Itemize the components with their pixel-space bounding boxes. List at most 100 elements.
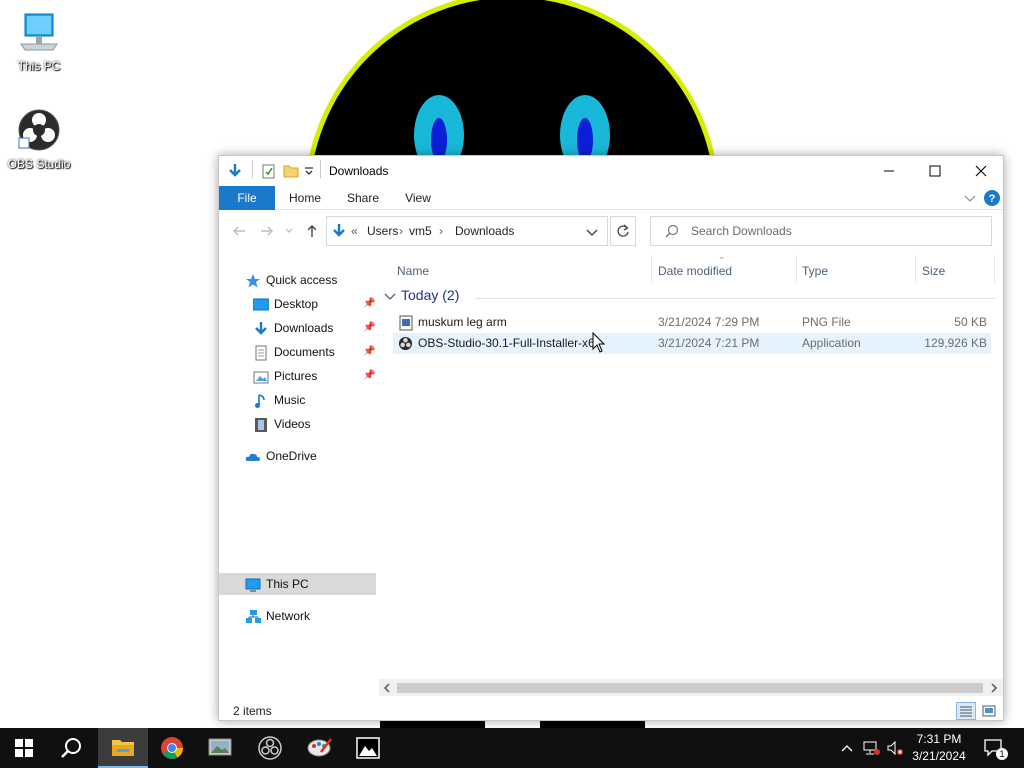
volume-button[interactable] — [884, 728, 906, 768]
tab-share[interactable]: Share — [341, 186, 385, 210]
nav-item-label: Documents — [274, 345, 335, 359]
nav-item-label: Videos — [274, 417, 311, 431]
customize-toolbar-chevron-icon[interactable] — [304, 165, 314, 179]
column-header-date-modified[interactable]: Date modified — [658, 259, 732, 283]
file-date: 3/21/2024 7:29 PM — [658, 315, 760, 329]
nav-item-label: Network — [266, 609, 311, 623]
network-icon — [863, 741, 880, 755]
nav-music[interactable]: Music — [253, 389, 305, 411]
clock-time: 7:31 PM — [916, 732, 962, 746]
address-history-chevron-icon[interactable] — [586, 227, 598, 241]
group-collapse-chevron-icon[interactable] — [384, 291, 396, 305]
status-bar: 2 items — [219, 700, 1003, 722]
nav-this-pc[interactable]: This PC — [245, 573, 309, 595]
obs-studio-icon — [18, 109, 60, 151]
pin-icon[interactable]: 📌 — [363, 298, 375, 309]
search-placeholder: Search Downloads — [691, 224, 792, 238]
forward-button[interactable] — [257, 221, 277, 241]
breadcrumb-vm5[interactable]: vm5 — [409, 224, 432, 238]
large-icons-view-icon — [982, 705, 996, 717]
nav-item-label: OneDrive — [266, 449, 317, 463]
pin-icon[interactable]: 📌 — [363, 322, 375, 333]
taskbar-paint[interactable] — [296, 728, 344, 768]
svg-text:?: ? — [989, 193, 996, 205]
nav-network[interactable]: Network — [245, 605, 310, 627]
nav-item-label: Pictures — [274, 369, 318, 383]
obs-studio-icon — [258, 736, 282, 760]
expand-ribbon-chevron-icon[interactable] — [964, 192, 976, 206]
column-divider — [796, 255, 797, 283]
help-icon[interactable]: ? — [983, 189, 1001, 210]
nav-downloads[interactable]: Downloads — [253, 317, 333, 339]
search-button[interactable] — [48, 728, 96, 768]
breadcrumb-separator: › — [399, 224, 403, 238]
network-status-button[interactable] — [860, 728, 882, 768]
breadcrumb-overflow[interactable]: « — [351, 224, 358, 238]
column-divider — [915, 255, 916, 283]
nav-pictures[interactable]: Pictures — [253, 365, 317, 387]
tab-view[interactable]: View — [398, 186, 438, 210]
refresh-button[interactable] — [610, 216, 636, 246]
group-header-today[interactable]: Today (2) — [401, 287, 459, 303]
up-button[interactable] — [302, 221, 322, 241]
navigation-pane: Quick access Desktop 📌 Downloads 📌 Docum… — [219, 251, 379, 691]
nav-item-label: Downloads — [274, 321, 334, 335]
column-divider — [994, 255, 995, 283]
taskbar-chrome[interactable] — [148, 728, 196, 768]
properties-icon[interactable] — [261, 163, 277, 182]
music-icon — [255, 394, 265, 408]
breadcrumb-downloads[interactable]: Downloads — [455, 224, 514, 238]
close-button[interactable] — [958, 156, 1004, 186]
horizontal-scrollbar[interactable] — [379, 679, 1003, 696]
recent-locations-button[interactable] — [283, 221, 295, 241]
taskbar-obs-studio[interactable] — [246, 728, 294, 768]
nav-desktop[interactable]: Desktop — [253, 293, 318, 315]
large-icons-view-button[interactable] — [979, 702, 999, 720]
minimize-button[interactable] — [866, 156, 912, 186]
show-hidden-icons-button[interactable] — [836, 728, 858, 768]
desktop-icon-this-pc[interactable]: This PC — [3, 10, 75, 73]
breadcrumb-users[interactable]: Users — [367, 224, 398, 238]
tab-home[interactable]: Home — [283, 186, 327, 210]
desktop-icon-obs-studio[interactable]: OBS Studio — [3, 108, 75, 171]
details-view-button[interactable] — [956, 702, 976, 720]
chevron-down-icon — [285, 228, 293, 233]
nav-quick-access[interactable]: Quick access — [245, 269, 337, 291]
minimize-icon — [884, 170, 894, 172]
file-row[interactable]: muskum leg arm 3/21/2024 7:29 PM PNG Fil… — [393, 312, 991, 333]
nav-documents[interactable]: Documents — [253, 341, 335, 363]
column-header-size[interactable]: Size — [922, 259, 945, 283]
star-icon — [246, 273, 260, 288]
item-count: 2 items — [233, 704, 272, 718]
scroll-right-arrow-icon[interactable] — [990, 682, 998, 696]
action-center-button[interactable]: 1 — [980, 728, 1008, 768]
taskbar-app-image-viewer[interactable] — [196, 728, 244, 768]
column-header-name[interactable]: Name — [397, 259, 429, 283]
back-button[interactable] — [229, 221, 249, 241]
nav-onedrive[interactable]: OneDrive — [245, 445, 317, 467]
nav-item-label: Quick access — [266, 273, 338, 287]
taskbar-photos[interactable] — [344, 728, 392, 768]
column-header-type[interactable]: Type — [802, 259, 828, 283]
folder-icon — [112, 740, 134, 756]
png-file-icon — [399, 315, 413, 331]
scroll-left-arrow-icon[interactable] — [383, 682, 391, 696]
file-name: muskum leg arm — [418, 315, 507, 329]
separator — [320, 160, 321, 178]
start-button[interactable] — [0, 728, 48, 768]
address-bar[interactable]: « Users › vm5 › Downloads — [326, 216, 608, 246]
system-clock[interactable]: 7:31 PM 3/21/2024 — [906, 731, 972, 765]
pin-icon[interactable]: 📌 — [363, 346, 375, 357]
down-arrow-icon[interactable] — [227, 163, 243, 182]
search-icon — [61, 738, 81, 758]
search-box[interactable]: Search Downloads — [650, 216, 992, 246]
file-row[interactable]: OBS-Studio-30.1-Full-Installer-x64 3/21/… — [393, 333, 991, 354]
taskbar-file-explorer[interactable] — [98, 728, 148, 768]
scrollbar-thumb[interactable] — [397, 683, 983, 693]
pin-icon[interactable]: 📌 — [363, 370, 375, 381]
nav-item-label: Music — [274, 393, 306, 407]
new-folder-icon[interactable] — [283, 163, 299, 182]
maximize-button[interactable] — [912, 156, 958, 186]
tab-file[interactable]: File — [219, 186, 275, 210]
nav-videos[interactable]: Videos — [253, 413, 310, 435]
